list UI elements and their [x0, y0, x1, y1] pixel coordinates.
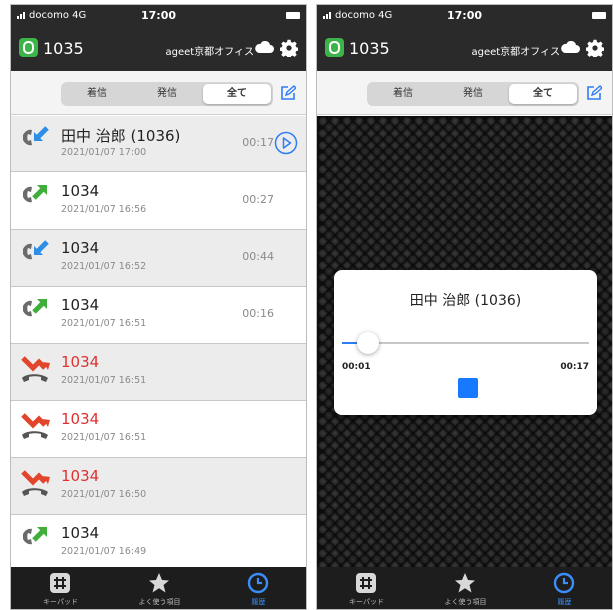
- call-row[interactable]: 1034 2021/01/07 16:56 00:27: [11, 173, 306, 230]
- status-bar: docomo 4G 17:00: [317, 5, 612, 27]
- missed-call-icon: [21, 356, 50, 382]
- keypad-icon: [50, 573, 70, 593]
- tab-favorites[interactable]: よく使う項目: [416, 567, 515, 609]
- cloud-icon: [255, 41, 274, 53]
- tab-label: 履歴: [557, 598, 572, 606]
- cloud-icon: [561, 41, 580, 53]
- phone-screen-history: docomo 4G 17:00 1035 ageet京都オフィス 着信 発信 全…: [10, 4, 307, 610]
- segment-all[interactable]: 全て: [203, 84, 271, 104]
- filter-bar: 着信 発信 全て: [11, 71, 306, 115]
- call-filter-segment: 着信 発信 全て: [367, 82, 579, 106]
- phone-screen-playback: docomo 4G 17:00 1035 ageet京都オフィス 着信 発信 全…: [316, 4, 613, 610]
- gear-icon[interactable]: [280, 39, 298, 57]
- office-name: ageet京都オフィス: [471, 47, 560, 58]
- outgoing-call-icon: [23, 299, 47, 317]
- history-clock-icon: [553, 572, 575, 594]
- tab-bar: キーパッド よく使う項目 履歴: [11, 567, 306, 609]
- segment-all[interactable]: 全て: [509, 84, 577, 104]
- compose-icon[interactable]: [586, 85, 602, 101]
- extension-number: 1035: [43, 39, 84, 58]
- office-name: ageet京都オフィス: [165, 47, 254, 58]
- call-duration: 00:17: [242, 136, 274, 149]
- history-clock-icon: [247, 572, 269, 594]
- tab-label: よく使う項目: [444, 598, 487, 606]
- segment-outgoing[interactable]: 発信: [133, 84, 201, 104]
- battery-icon: [592, 12, 606, 19]
- call-row[interactable]: 1034 2021/01/07 16:51: [11, 401, 306, 458]
- caller-name: 田中 治郎 (1036): [61, 127, 181, 145]
- caller-name: 1034: [61, 353, 100, 371]
- call-duration: 00:16: [242, 307, 274, 320]
- segment-incoming[interactable]: 着信: [63, 84, 131, 104]
- outgoing-call-icon: [23, 527, 47, 545]
- call-timestamp: 2021/01/07 16:52: [61, 261, 147, 272]
- incoming-call-icon: [23, 240, 49, 260]
- status-bar: docomo 4G 17:00: [11, 5, 306, 27]
- call-row[interactable]: 1034 2021/01/07 16:49: [11, 515, 306, 570]
- call-duration: 00:44: [242, 250, 274, 263]
- stop-button[interactable]: [458, 378, 478, 398]
- tab-keypad[interactable]: キーパッド: [317, 567, 416, 609]
- outgoing-call-icon: [23, 185, 47, 203]
- tab-bar: キーパッド よく使う項目 履歴: [317, 567, 612, 609]
- call-row[interactable]: 1034 2021/01/07 16:52 00:44: [11, 230, 306, 287]
- caller-name: 1034: [61, 182, 100, 200]
- call-timestamp: 2021/01/07 16:56: [61, 204, 147, 215]
- playback-slider[interactable]: [342, 332, 589, 354]
- playback-slider-thumb[interactable]: [357, 332, 379, 354]
- segment-incoming[interactable]: 着信: [369, 84, 437, 104]
- call-timestamp: 2021/01/07 16:51: [61, 432, 147, 443]
- caller-name: 1034: [61, 467, 100, 485]
- app-header: 1035 ageet京都オフィス: [11, 27, 306, 71]
- tab-label: 履歴: [251, 598, 266, 606]
- extension-status-icon: [19, 38, 38, 57]
- call-timestamp: 2021/01/07 16:49: [61, 546, 147, 557]
- call-history-list: 田中 治郎 (1036) 2021/01/07 17:00 00:17 1034 202…: [11, 116, 306, 570]
- gear-icon[interactable]: [586, 39, 604, 57]
- tab-label: キーパッド: [349, 598, 384, 606]
- star-icon: [455, 573, 475, 593]
- filter-bar: 着信 発信 全て: [317, 71, 612, 115]
- current-time: 00:01: [342, 362, 371, 372]
- segment-outgoing[interactable]: 発信: [439, 84, 507, 104]
- battery-icon: [286, 12, 300, 19]
- clock-label: 17:00: [446, 9, 482, 22]
- compose-icon[interactable]: [280, 85, 296, 101]
- caller-name: 1034: [61, 410, 100, 428]
- tab-label: よく使う項目: [138, 598, 181, 606]
- clock-label: 17:00: [140, 9, 176, 22]
- call-timestamp: 2021/01/07 17:00: [61, 147, 147, 158]
- incoming-call-icon: [23, 126, 49, 146]
- tab-favorites[interactable]: よく使う項目: [110, 567, 209, 609]
- missed-call-icon: [21, 470, 50, 496]
- total-time: 00:17: [560, 362, 589, 372]
- tab-keypad[interactable]: キーパッド: [11, 567, 110, 609]
- tab-label: キーパッド: [43, 598, 78, 606]
- call-row[interactable]: 1034 2021/01/07 16:51 00:16: [11, 287, 306, 344]
- star-icon: [149, 573, 169, 593]
- app-header: 1035 ageet京都オフィス: [317, 27, 612, 71]
- extension-status-icon: [325, 38, 344, 57]
- call-filter-segment: 着信 発信 全て: [61, 82, 273, 106]
- call-timestamp: 2021/01/07 16:51: [61, 318, 147, 329]
- caller-name: 1034: [61, 296, 100, 314]
- call-row[interactable]: 田中 治郎 (1036) 2021/01/07 17:00 00:17: [11, 116, 306, 172]
- caller-name: 1034: [61, 239, 100, 257]
- call-timestamp: 2021/01/07 16:51: [61, 375, 147, 386]
- recording-player-dialog: 田中 治郎 (1036) 00:01 00:17: [334, 270, 597, 415]
- tab-history[interactable]: 履歴: [209, 567, 306, 609]
- player-title: 田中 治郎 (1036): [409, 293, 522, 309]
- missed-call-icon: [21, 413, 50, 439]
- extension-number: 1035: [349, 39, 390, 58]
- play-recording-icon[interactable]: [274, 131, 298, 155]
- tab-history[interactable]: 履歴: [515, 567, 612, 609]
- call-row[interactable]: 1034 2021/01/07 16:50: [11, 458, 306, 515]
- call-duration: 00:27: [242, 193, 274, 206]
- call-row[interactable]: 1034 2021/01/07 16:51: [11, 344, 306, 401]
- call-timestamp: 2021/01/07 16:50: [61, 489, 147, 500]
- keypad-icon: [356, 573, 376, 593]
- caller-name: 1034: [61, 524, 100, 542]
- playback-progress: [342, 342, 357, 344]
